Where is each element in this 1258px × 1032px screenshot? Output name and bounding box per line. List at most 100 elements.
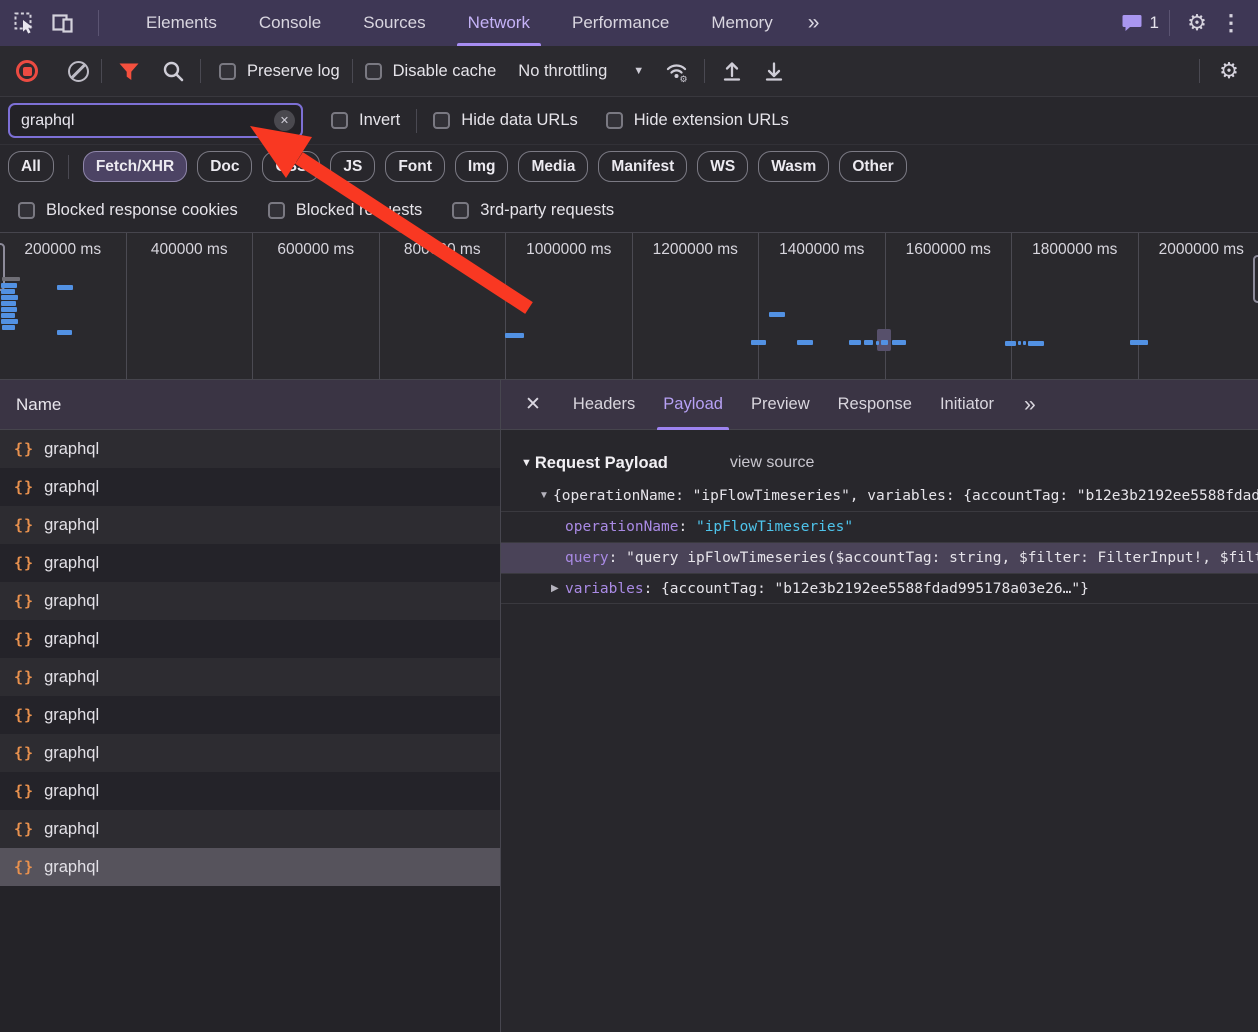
details-tab-response[interactable]: Response (824, 380, 926, 430)
kebab-menu-icon[interactable]: ⋮ (1214, 10, 1248, 36)
filter-chip-media[interactable]: Media (518, 151, 588, 182)
filter-chip-doc[interactable]: Doc (197, 151, 252, 182)
request-row[interactable]: {}graphql (0, 468, 500, 506)
details-tab-payload[interactable]: Payload (649, 380, 737, 430)
more-panels-icon[interactable]: » (794, 0, 832, 46)
request-row[interactable]: {}graphql (0, 506, 500, 544)
details-tab-initiator[interactable]: Initiator (926, 380, 1008, 430)
disable-cache-box[interactable] (365, 63, 382, 80)
request-row[interactable]: {}graphql (0, 620, 500, 658)
request-row[interactable]: {}graphql (0, 734, 500, 772)
expand-triangle-icon[interactable]: ▼ (539, 490, 553, 501)
tabbar-right: 1 ⚙ ⋮ (1122, 10, 1248, 36)
filter-chip-manifest[interactable]: Manifest (598, 151, 687, 182)
payload-summary-row[interactable]: ▼{operationName: "ipFlowTimeseries", var… (501, 480, 1258, 511)
request-row[interactable]: {}graphql (0, 696, 500, 734)
request-timing-bar (57, 330, 72, 335)
throttling-select[interactable]: No throttling ▼ (518, 62, 644, 81)
fetch-xhr-icon: {} (14, 630, 34, 648)
preserve-log-checkbox[interactable]: Preserve log (219, 62, 340, 81)
tab-elements[interactable]: Elements (125, 0, 238, 46)
details-tabbar: ✕ HeadersPayloadPreviewResponseInitiator… (501, 380, 1258, 430)
request-timing-bar (1, 319, 18, 324)
payload-row-variables[interactable]: ▶variables: {accountTag: "b12e3b2192ee55… (501, 573, 1258, 604)
checkbox-label: Blocked response cookies (46, 201, 238, 220)
checkbox-blocked-response-cookies[interactable]: Blocked response cookies (18, 201, 238, 220)
hide-extension-urls-checkbox[interactable]: Hide extension URLs (606, 111, 789, 130)
request-row[interactable]: {}graphql (0, 658, 500, 696)
request-row[interactable]: {}graphql (0, 848, 500, 886)
checkbox-blocked-requests[interactable]: Blocked requests (268, 201, 423, 220)
expand-triangle-icon[interactable]: ▶ (551, 583, 565, 594)
invert-box[interactable] (331, 112, 348, 129)
request-timing-bar (1, 283, 17, 288)
filter-chip-fetch-xhr[interactable]: Fetch/XHR (83, 151, 187, 182)
request-payload-section[interactable]: ▼ Request Payload view source (501, 446, 1258, 480)
tab-performance[interactable]: Performance (551, 0, 690, 46)
export-har-icon[interactable] (717, 56, 747, 86)
filter-chip-js[interactable]: JS (330, 151, 375, 182)
payload-summary-text: {operationName: "ipFlowTimeseries", vari… (553, 488, 1258, 504)
payload-row-operationName[interactable]: operationName: "ipFlowTimeseries" (501, 511, 1258, 542)
checkbox-box[interactable] (268, 202, 285, 219)
checkbox-box[interactable] (452, 202, 469, 219)
tab-console[interactable]: Console (238, 0, 342, 46)
checkbox-box[interactable] (18, 202, 35, 219)
device-toolbar-icon[interactable] (50, 10, 76, 36)
filter-chip-other[interactable]: Other (839, 151, 906, 182)
details-more-tabs-icon[interactable]: » (1016, 393, 1042, 417)
filter-input[interactable] (21, 112, 267, 130)
filter-chip-wasm[interactable]: Wasm (758, 151, 829, 182)
hide-data-urls-checkbox[interactable]: Hide data URLs (433, 111, 577, 130)
timeline-segment: 1400000 ms (759, 233, 886, 379)
collapse-triangle-icon[interactable]: ▼ (521, 457, 532, 469)
settings-gear-icon[interactable]: ⚙ (1180, 10, 1214, 36)
view-source-link[interactable]: view source (730, 454, 814, 472)
filter-chip-css[interactable]: CSS (262, 151, 320, 182)
preserve-log-box[interactable] (219, 63, 236, 80)
payload-value: "query ipFlowTimeseries($accountTag: str… (626, 550, 1258, 566)
request-payload-title: Request Payload (535, 454, 668, 473)
tab-sources[interactable]: Sources (342, 0, 446, 46)
payload-value: "ipFlowTimeseries" (696, 519, 853, 535)
request-list-pane: Name {}graphql{}graphql{}graphql{}graphq… (0, 380, 501, 1032)
filter-chip-ws[interactable]: WS (697, 151, 748, 182)
close-details-icon[interactable]: ✕ (515, 393, 551, 416)
request-timing-bar (1, 301, 16, 306)
filter-chip-all[interactable]: All (8, 151, 54, 182)
details-tab-preview[interactable]: Preview (737, 380, 824, 430)
network-settings-gear-icon[interactable]: ⚙ (1212, 58, 1246, 84)
filter-chip-font[interactable]: Font (385, 151, 445, 182)
record-button[interactable] (16, 60, 38, 82)
payload-row-query[interactable]: query: "query ipFlowTimeseries($accountT… (501, 542, 1258, 573)
request-timing-bar (892, 340, 906, 345)
import-har-icon[interactable] (759, 56, 789, 86)
invert-checkbox[interactable]: Invert (331, 111, 400, 130)
checkbox-3rd-party-requests[interactable]: 3rd-party requests (452, 201, 614, 220)
request-row[interactable]: {}graphql (0, 810, 500, 848)
request-row[interactable]: {}graphql (0, 430, 500, 468)
network-conditions-icon[interactable]: ⚙ (662, 56, 692, 86)
clear-filter-icon[interactable]: ✕ (274, 110, 295, 131)
name-column-header[interactable]: Name (0, 380, 500, 430)
request-row[interactable]: {}graphql (0, 582, 500, 620)
request-row[interactable]: {}graphql (0, 772, 500, 810)
filter-funnel-icon[interactable] (114, 56, 144, 86)
filter-chip-img[interactable]: Img (455, 151, 509, 182)
tab-network[interactable]: Network (447, 0, 551, 46)
tab-memory[interactable]: Memory (690, 0, 793, 46)
clear-requests-icon[interactable] (68, 61, 89, 82)
request-timing-bar (57, 285, 73, 290)
hide-data-urls-box[interactable] (433, 112, 450, 129)
hide-extension-urls-box[interactable] (606, 112, 623, 129)
inspect-element-icon[interactable] (12, 10, 38, 36)
fetch-xhr-icon: {} (14, 478, 34, 496)
filter-divider (416, 109, 417, 133)
disable-cache-checkbox[interactable]: Disable cache (365, 62, 497, 81)
issues-counter[interactable]: 1 (1122, 13, 1159, 33)
network-overview-timeline[interactable]: 200000 ms400000 ms600000 ms800000 ms1000… (0, 233, 1258, 380)
request-row[interactable]: {}graphql (0, 544, 500, 582)
request-details-pane: ✕ HeadersPayloadPreviewResponseInitiator… (501, 380, 1258, 1032)
search-icon[interactable] (158, 56, 188, 86)
details-tab-headers[interactable]: Headers (559, 380, 649, 430)
